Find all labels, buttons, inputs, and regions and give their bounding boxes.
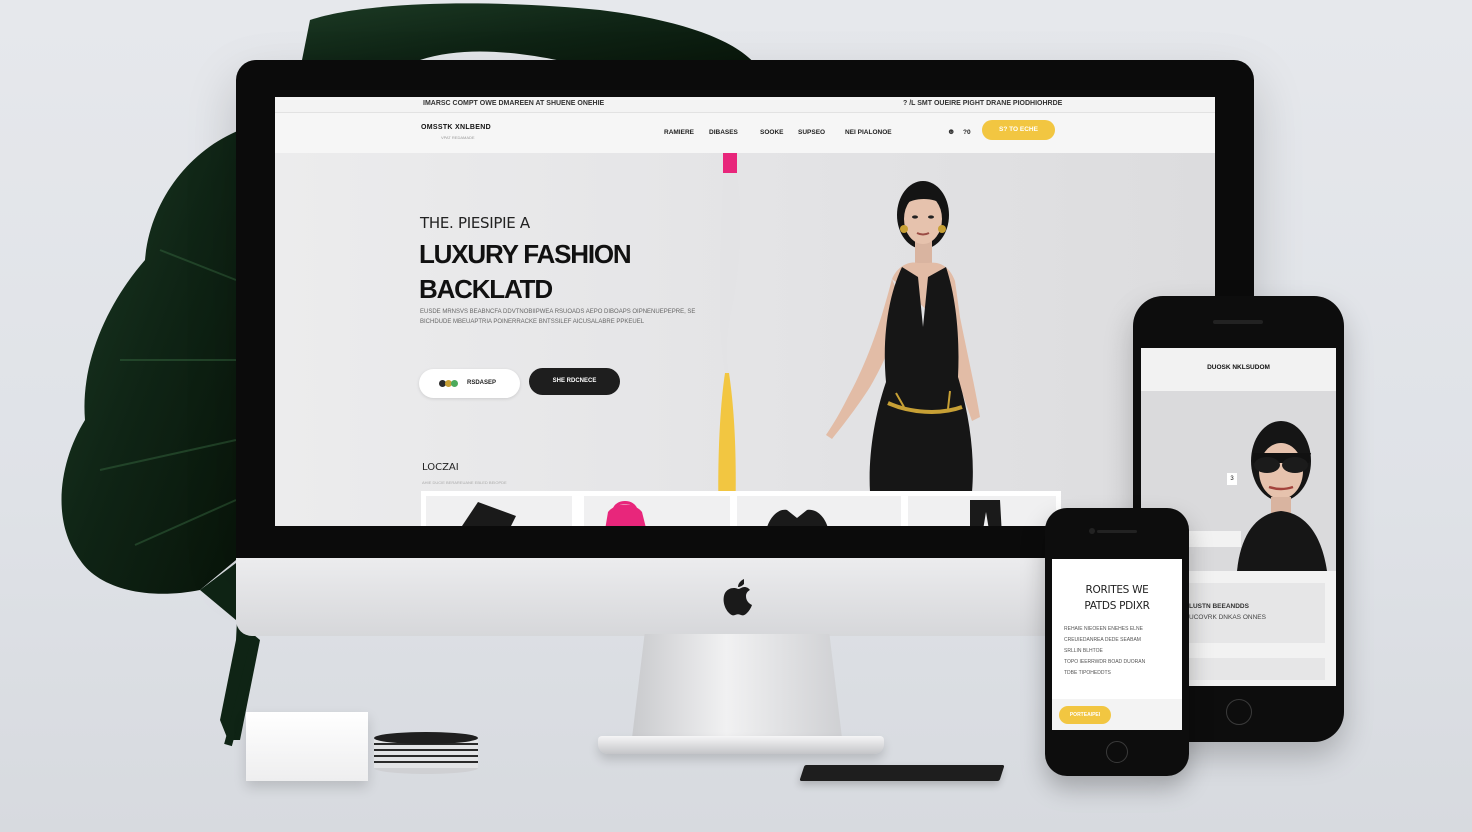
hero-primary-button-label: RSDASEP	[467, 380, 497, 386]
products-section-title: LOCZAI	[422, 462, 459, 473]
phone-speaker	[1213, 320, 1263, 324]
bag-icon	[462, 502, 516, 526]
keyboard	[799, 765, 1005, 781]
nav-item-1[interactable]: RAMIERE	[664, 129, 694, 136]
phone-small-text-line: TDBE TIPOHEDDTS	[1064, 670, 1111, 676]
imac-screen: IMARSC COMPT OWE DMAREEN AT SHUENE ONEHI…	[275, 97, 1215, 526]
phone-large-strip	[1181, 531, 1241, 547]
phone-speaker	[1097, 530, 1137, 533]
phone-small-title-line-2: PATDS PDIXR	[1084, 600, 1150, 612]
hero-eyebrow: THE. PIESIPIE A	[420, 214, 530, 232]
hero-title-line-1: LUXURY FASHION	[419, 239, 632, 269]
phone-small-title-line-1: RORITES WE	[1085, 584, 1149, 596]
phone-small-text-line: REHAIE NIEOEEN ENEHES ELNE	[1064, 626, 1143, 632]
nav-item-2[interactable]: DIBASES	[709, 129, 738, 136]
phone-small-screen: RORITES WE PATDS PDIXR REHAIE NIEOEEN EN…	[1052, 559, 1182, 730]
phone-small: RORITES WE PATDS PDIXR REHAIE NIEOEEN EN…	[1045, 508, 1189, 776]
shoes-icon	[767, 509, 828, 526]
phone-large-footer-bar	[1189, 658, 1325, 680]
pink-bag-icon	[605, 501, 646, 526]
product-card[interactable]	[737, 496, 901, 526]
coaster-stack	[374, 732, 478, 774]
nav-item-5[interactable]: NEI PIALONOE	[845, 129, 892, 136]
user-icon[interactable]: ☻	[947, 127, 955, 136]
announcement-left: IMARSC COMPT OWE DMAREEN AT SHUENE ONEHI…	[423, 100, 605, 107]
site-logo-tagline: VPAT REDAMADE	[441, 135, 475, 140]
hero-model-image	[826, 181, 980, 492]
home-button[interactable]	[1106, 741, 1128, 763]
phone-small-text-line: SRLLIN BLHTOE	[1064, 648, 1103, 654]
announcement-right: ? /L SMT OUEIRE PIGHT DRANE PIODHIOHRDE	[903, 100, 1063, 107]
product-card[interactable]	[426, 496, 572, 526]
site-navbar: OMSSTK XNLBEND VPAT REDAMADE RAMIERE DIB…	[275, 113, 1215, 153]
hero-title: LUXURY FASHION BACKLATD	[419, 237, 632, 307]
nav-item-4[interactable]: SUPSEO	[798, 129, 825, 136]
imac-stand-base	[598, 736, 884, 754]
cart-count[interactable]: ?0	[963, 129, 971, 136]
product-card[interactable]	[908, 496, 1056, 526]
site-logo[interactable]: OMSSTK XNLBEND	[421, 124, 491, 131]
imac-stand	[632, 634, 842, 738]
hero-primary-button[interactable]: RSDASEP	[419, 369, 520, 398]
announcement-bar: IMARSC COMPT OWE DMAREEN AT SHUENE ONEHI…	[275, 97, 1215, 113]
product-strip	[421, 491, 1061, 526]
hero-title-line-2: BACKLATD	[419, 274, 553, 304]
hero-secondary-button[interactable]: SHE RDCNECE	[529, 368, 620, 395]
trousers-icon	[970, 500, 1002, 526]
nav-item-3[interactable]: SOOKE	[760, 129, 783, 136]
product-card[interactable]	[584, 496, 730, 526]
home-button[interactable]	[1226, 699, 1252, 725]
accent-ribbon	[718, 153, 741, 526]
white-box	[246, 712, 368, 781]
phone-large-subheading: UCOVRK DNKAS ONNES	[1189, 614, 1266, 621]
phone-large-heading: LUSTN BEEANDDS	[1189, 603, 1249, 610]
shop-button[interactable]: S? TO ECHE	[982, 120, 1055, 140]
phone-small-text-line: TOPO IEERRWDR BOAD DUORAN	[1064, 659, 1146, 665]
phone-camera	[1089, 528, 1095, 534]
color-swatches-icon	[439, 380, 458, 389]
phone-small-text-line: CREUIEDANREA DEDE SEABAM	[1064, 637, 1141, 643]
phone-large-logo[interactable]: DUOSK NKLSUDOM	[1141, 364, 1336, 371]
phone-small-cta-button[interactable]: PORTEAIPEI	[1059, 706, 1111, 724]
phone-large-tag: 3	[1227, 473, 1237, 485]
apple-logo-icon	[723, 579, 752, 616]
products-section-subtitle: AHIE DUCIE BERAREUANE EBLED BEIOPDE	[422, 480, 507, 485]
phone-small-title: RORITES WE PATDS PDIXR	[1052, 582, 1182, 614]
hero-description: EUSDE MRNSVS BEABNCFA DDVTNOBIIPWEA RSUO…	[420, 309, 696, 325]
